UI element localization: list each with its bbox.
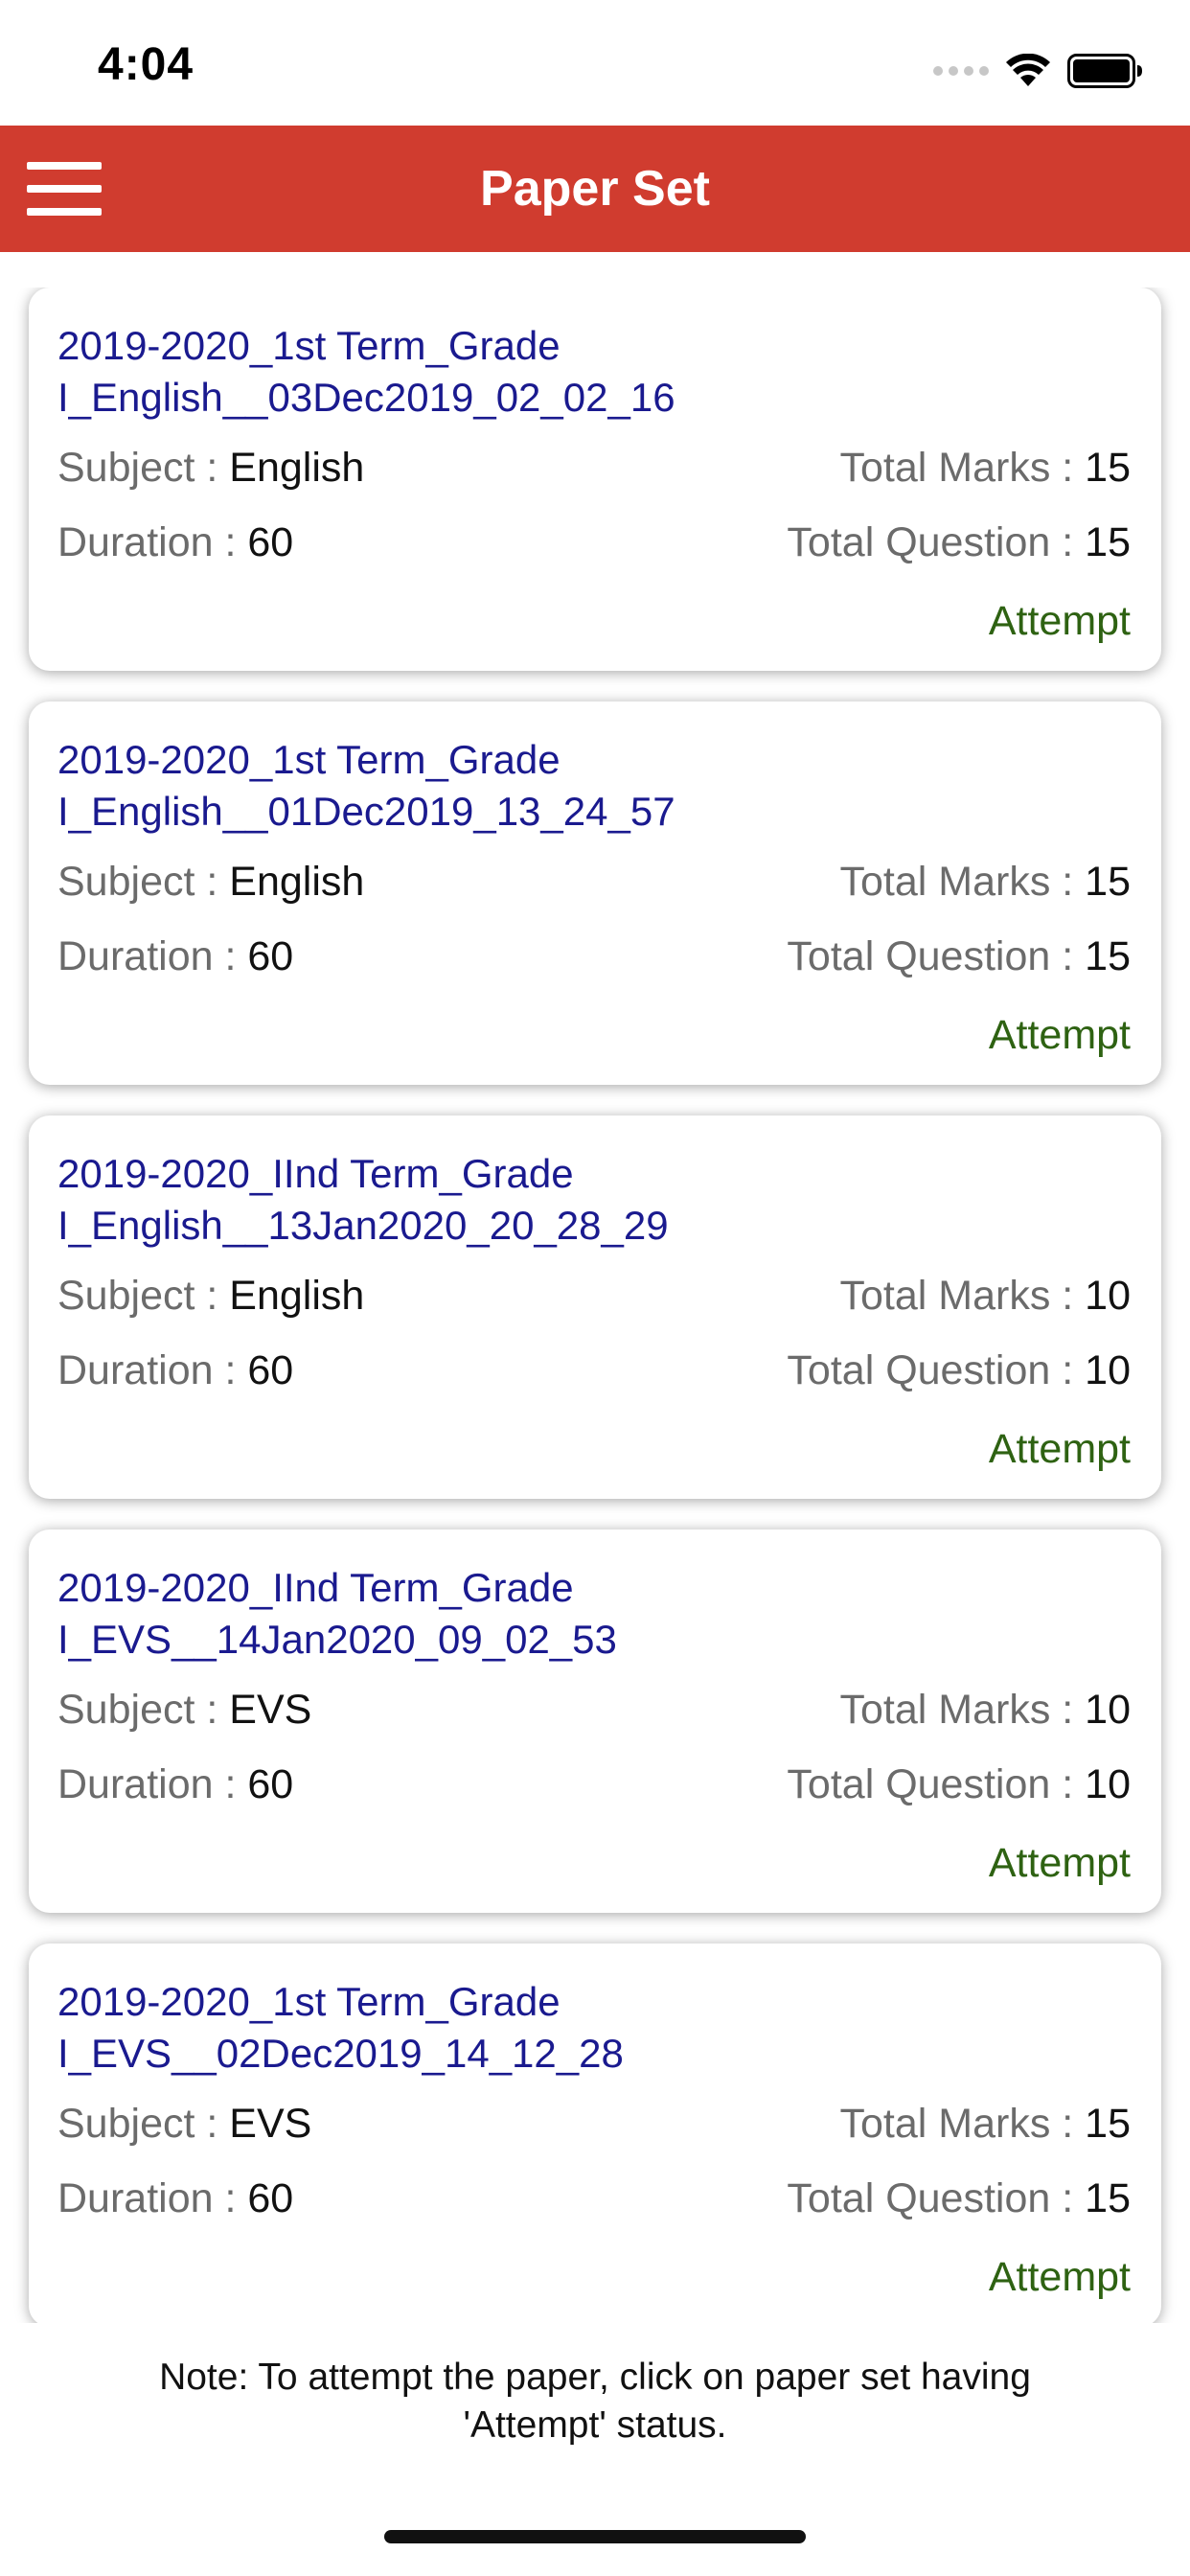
duration-value: 60 <box>247 1347 294 1393</box>
subject-marks-row: Subject : English Total Marks : 15 <box>57 855 1131 908</box>
home-indicator[interactable] <box>384 2530 806 2543</box>
total-marks-label: Total Marks : <box>839 1273 1086 1319</box>
status-time: 4:04 <box>98 39 195 90</box>
duration-label: Duration : <box>57 1761 248 1807</box>
subject-label: Subject : <box>57 859 230 905</box>
total-question-value: 10 <box>1085 1347 1131 1393</box>
paper-card[interactable]: 2019-2020_1st Term_Grade I_English__01De… <box>29 702 1161 1085</box>
page-title: Paper Set <box>480 161 710 217</box>
duration-label: Duration : <box>57 1347 248 1393</box>
duration-question-row: Duration : 60 Total Question : 15 <box>57 516 1131 569</box>
total-question-label: Total Question : <box>787 1347 1086 1393</box>
total-marks-label: Total Marks : <box>839 2101 1086 2147</box>
subject-value: English <box>229 1273 365 1319</box>
total-marks-value: 10 <box>1085 1687 1131 1733</box>
total-question-label: Total Question : <box>787 933 1086 979</box>
duration-question-row: Duration : 60 Total Question : 10 <box>57 1344 1131 1397</box>
subject-value: English <box>229 445 365 491</box>
total-marks-value: 15 <box>1085 859 1131 905</box>
paper-card[interactable]: 2019-2020_IInd Term_Grade I_EVS__14Jan20… <box>29 1530 1161 1913</box>
subject-label: Subject : <box>57 1273 230 1319</box>
footer-note-text: Note: To attempt the paper, click on pap… <box>159 2357 1031 2446</box>
total-question-value: 15 <box>1085 933 1131 979</box>
total-marks-value: 15 <box>1085 445 1131 491</box>
total-question-value: 10 <box>1085 1761 1131 1807</box>
subject-label: Subject : <box>57 1687 230 1733</box>
subject-value: EVS <box>229 2101 312 2147</box>
attempt-link[interactable]: Attempt <box>989 2250 1131 2304</box>
paper-title: 2019-2020_1st Term_Grade I_English__01De… <box>57 737 675 834</box>
duration-question-row: Duration : 60 Total Question : 15 <box>57 2172 1131 2225</box>
duration-question-row: Duration : 60 Total Question : 10 <box>57 1758 1131 1811</box>
paper-title: 2019-2020_1st Term_Grade I_EVS__02Dec201… <box>57 1979 624 2076</box>
status-bar: 4:04 <box>0 0 1190 126</box>
duration-label: Duration : <box>57 933 248 979</box>
paper-card[interactable]: 2019-2020_IInd Term_Grade I_English__13J… <box>29 1116 1161 1499</box>
total-marks-label: Total Marks : <box>839 1687 1086 1733</box>
status-icons <box>933 50 1142 92</box>
paper-card[interactable]: 2019-2020_1st Term_Grade I_English__03De… <box>29 288 1161 671</box>
total-marks-value: 10 <box>1085 1273 1131 1319</box>
subject-label: Subject : <box>57 445 230 491</box>
duration-value: 60 <box>247 933 294 979</box>
paper-title: 2019-2020_IInd Term_Grade I_EVS__14Jan20… <box>57 1565 617 1662</box>
attempt-link[interactable]: Attempt <box>989 594 1131 648</box>
subject-label: Subject : <box>57 2101 230 2147</box>
wifi-icon <box>1006 54 1050 86</box>
battery-icon <box>1067 54 1142 88</box>
duration-value: 60 <box>247 1761 294 1807</box>
total-marks-label: Total Marks : <box>839 859 1086 905</box>
subject-marks-row: Subject : English Total Marks : 15 <box>57 441 1131 494</box>
total-question-label: Total Question : <box>787 2175 1086 2221</box>
total-marks-value: 15 <box>1085 2101 1131 2147</box>
attempt-link[interactable]: Attempt <box>989 1008 1131 1062</box>
attempt-link[interactable]: Attempt <box>989 1836 1131 1890</box>
signal-icon <box>933 66 989 76</box>
total-question-value: 15 <box>1085 2175 1131 2221</box>
subject-marks-row: Subject : English Total Marks : 10 <box>57 1269 1131 1322</box>
app-header: Paper Set <box>0 126 1190 252</box>
subject-marks-row: Subject : EVS Total Marks : 10 <box>57 1683 1131 1736</box>
total-question-label: Total Question : <box>787 519 1086 565</box>
duration-label: Duration : <box>57 2175 248 2221</box>
total-marks-label: Total Marks : <box>839 445 1086 491</box>
subject-marks-row: Subject : EVS Total Marks : 15 <box>57 2097 1131 2150</box>
subject-value: English <box>229 859 365 905</box>
paper-list: 2019-2020_1st Term_Grade I_English__03De… <box>0 288 1190 2323</box>
duration-label: Duration : <box>57 519 248 565</box>
duration-value: 60 <box>247 2175 294 2221</box>
total-question-value: 15 <box>1085 519 1131 565</box>
footer-note: Note: To attempt the paper, click on pap… <box>0 2323 1190 2446</box>
paper-title: 2019-2020_1st Term_Grade I_English__03De… <box>57 323 675 420</box>
duration-question-row: Duration : 60 Total Question : 15 <box>57 930 1131 983</box>
duration-value: 60 <box>247 519 294 565</box>
attempt-link[interactable]: Attempt <box>989 1422 1131 1476</box>
subject-value: EVS <box>229 1687 312 1733</box>
total-question-label: Total Question : <box>787 1761 1086 1807</box>
paper-card[interactable]: 2019-2020_1st Term_Grade I_EVS__02Dec201… <box>29 1944 1161 2323</box>
hamburger-menu-icon[interactable] <box>27 162 102 216</box>
paper-title: 2019-2020_IInd Term_Grade I_English__13J… <box>57 1151 669 1248</box>
